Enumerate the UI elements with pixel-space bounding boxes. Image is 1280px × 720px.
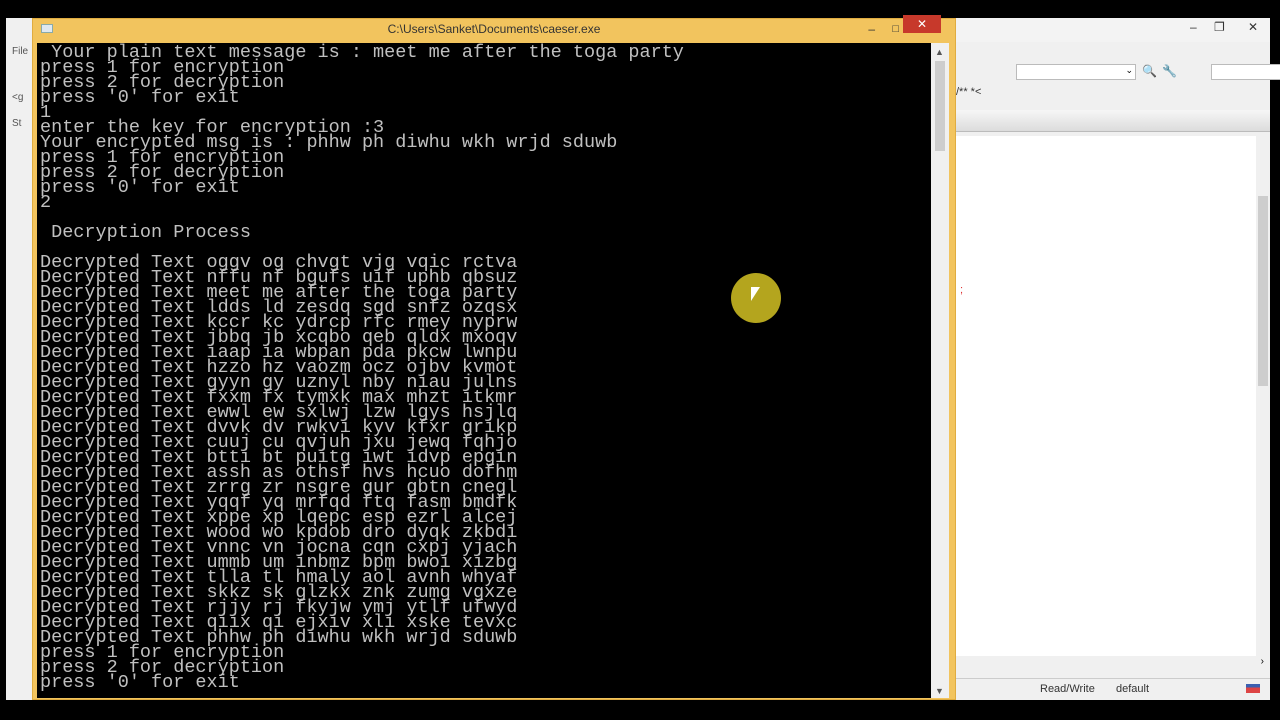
search-combo[interactable]: ⌄ <box>1016 64 1136 80</box>
wrench-icon[interactable]: 🔧 <box>1162 64 1177 78</box>
console-title: C:\Users\Sanket\Documents\caeser.exe <box>387 22 601 36</box>
close-button[interactable]: ✕ <box>903 15 941 33</box>
status-profile: default <box>1116 683 1150 695</box>
find-icon[interactable]: 🔍 <box>1142 64 1157 78</box>
console-line: Decryption Process <box>40 222 251 243</box>
background-editor-window: – ❐ ✕ ⌄ 🔍 🔧 /** *< ; › Read/Write defaul… <box>940 18 1280 700</box>
scroll-thumb[interactable] <box>1258 196 1268 386</box>
flag-icon <box>1246 684 1260 693</box>
scroll-down-icon[interactable]: ▼ <box>935 686 944 696</box>
editor-horizontal-scrollbar[interactable]: › <box>956 656 1270 670</box>
minimize-icon[interactable]: – <box>1190 20 1197 34</box>
restore-icon[interactable]: ❐ <box>1214 20 1225 34</box>
code-tag: <g <box>12 92 24 103</box>
editor-vertical-scrollbar[interactable] <box>1256 136 1270 656</box>
minimize-icon[interactable]: – <box>868 19 875 39</box>
console-title-bar: C:\Users\Sanket\Documents\caeser.exe – □… <box>33 15 955 43</box>
console-output-area[interactable]: Your plain text message is : meet me aft… <box>37 43 931 698</box>
scroll-up-icon[interactable]: ▲ <box>935 47 944 57</box>
editor-toolbar-1: ⌄ 🔍 🔧 <box>956 62 1280 82</box>
tag-combo[interactable] <box>1211 64 1280 80</box>
console-app-icon <box>41 24 53 33</box>
status-mode: Read/Write <box>1040 683 1095 695</box>
close-icon[interactable]: ✕ <box>1248 20 1258 34</box>
scroll-thumb[interactable] <box>935 61 945 151</box>
console-window: C:\Users\Sanket\Documents\caeser.exe – □… <box>32 15 956 700</box>
comment-tools[interactable]: /** *< <box>956 86 981 98</box>
editor-tab-bar <box>956 110 1270 132</box>
console-vertical-scrollbar[interactable]: ▲ ▼ <box>931 43 949 698</box>
editor-title-bar: – ❐ ✕ <box>940 18 1270 42</box>
mouse-cursor-highlight <box>731 273 781 323</box>
console-line: press '0' for exit <box>40 177 240 198</box>
start-tab[interactable]: St <box>12 118 21 129</box>
file-menu[interactable]: File <box>12 46 28 57</box>
console-output: Your plain text message is : meet me aft… <box>40 43 684 698</box>
console-line: press '0' for exit <box>40 87 240 108</box>
code-mark: ; <box>960 284 964 296</box>
editor-text-area[interactable]: ; <box>956 136 1256 656</box>
pointer-icon <box>751 287 760 301</box>
editor-status-bar: Read/Write default <box>956 678 1270 698</box>
console-line: press '0' for exit <box>40 672 240 693</box>
editor-toolbar-2: /** *< <box>956 86 1276 106</box>
maximize-icon[interactable]: □ <box>892 19 899 39</box>
